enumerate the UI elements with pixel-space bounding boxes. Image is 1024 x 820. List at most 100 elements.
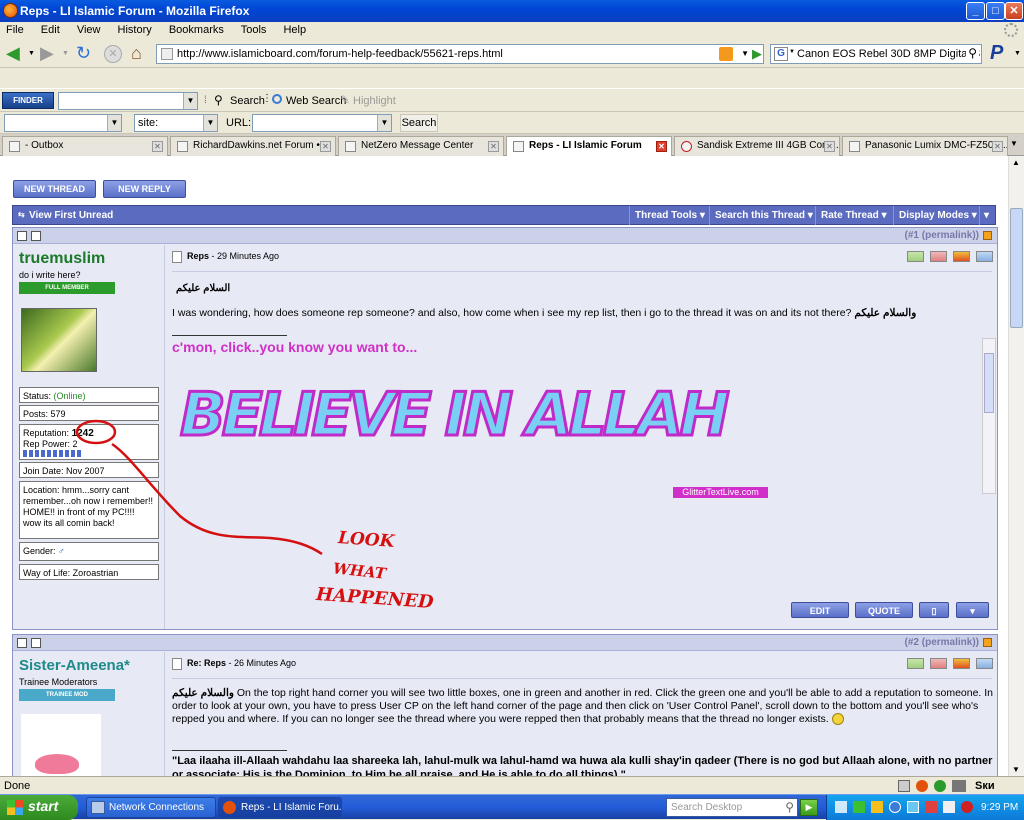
toolbar-grip-icon: ⁞ [204, 95, 207, 106]
scroll-up-arrow-icon[interactable]: ▲ [1012, 158, 1020, 167]
menu-edit[interactable]: Edit [41, 24, 60, 36]
desktop-search-input[interactable]: Search Desktop ⚲ [666, 798, 798, 817]
close-button[interactable]: ✕ [1005, 2, 1023, 20]
status-page-icon[interactable] [898, 780, 910, 792]
status-addon-icon[interactable] [934, 780, 946, 792]
search-bar[interactable]: G ▼ Canon EOS Rebel 30D 8MP Digital SLR … [770, 44, 982, 64]
magnifier-icon[interactable]: ⚲ [966, 46, 979, 60]
menu-help[interactable]: Help [283, 24, 306, 36]
post-flag-icon[interactable] [953, 658, 970, 669]
tray-network-icon[interactable] [907, 801, 919, 813]
tab-reps-forum[interactable]: Reps - LI Islamic Forum ✕ [506, 136, 672, 157]
go-button[interactable]: ▶ [752, 45, 762, 63]
rose-icon [35, 754, 79, 774]
tab-close-icon[interactable]: ✕ [824, 141, 835, 152]
post-2-permalink[interactable]: (#2 (permalink)) [905, 637, 979, 648]
minimize-button[interactable]: _ [966, 2, 985, 20]
url-filter-dropdown[interactable]: ▼ [377, 115, 391, 131]
tab-sandisk[interactable]: Sandisk Extreme III 4GB Com... ✕ [674, 136, 840, 156]
site-search-button[interactable]: Search [400, 114, 438, 132]
paypal-icon[interactable]: P [990, 42, 1003, 65]
back-history-dropdown[interactable]: ▼ [28, 50, 35, 57]
network-icon [91, 801, 105, 814]
site-select-dropdown[interactable]: ▼ [107, 115, 121, 131]
google-engine-icon[interactable]: G [774, 47, 788, 61]
menu-bookmarks[interactable]: Bookmarks [169, 24, 224, 36]
tab-close-icon[interactable]: ✕ [656, 141, 667, 152]
finder-search-input[interactable]: ▼ [58, 92, 198, 110]
tray-icon-2[interactable] [853, 801, 865, 813]
tab-netzero[interactable]: NetZero Message Center ✕ [338, 136, 504, 156]
page-scroll-thumb[interactable] [1010, 208, 1023, 328]
start-button[interactable]: start [0, 795, 78, 820]
post-select-checkbox[interactable] [17, 638, 27, 648]
status-addon-label[interactable]: Sки [975, 780, 995, 792]
post-multiquote-checkbox[interactable] [31, 638, 41, 648]
forward-button[interactable]: ▶ [40, 44, 54, 62]
menu-tools[interactable]: Tools [241, 24, 267, 36]
post-2-title: Re: Reps [187, 658, 227, 668]
page-content: NEW THREAD NEW REPLY ⇆ View First Unread… [0, 156, 1008, 776]
tray-alert-icon[interactable] [961, 801, 973, 813]
taskbar-firefox-window[interactable]: Reps - LI Islamic Foru... [218, 797, 342, 818]
finder-logo-icon[interactable]: FINDER [2, 92, 54, 109]
finder-search-button[interactable]: Search [230, 95, 265, 107]
stop-button[interactable]: ✕ [104, 45, 122, 63]
post-2-body: والسلام عليكم On the top right hand corn… [172, 687, 994, 726]
post-2-username[interactable]: Sister-Ameena* [19, 657, 130, 674]
desktop-search-go-button[interactable]: ▶ [800, 799, 818, 816]
system-clock[interactable]: 9:29 PM [981, 802, 1018, 813]
tab-list-dropdown[interactable]: ▼ [1010, 139, 1018, 148]
paypal-dropdown[interactable]: ▼ [1014, 50, 1021, 57]
taskbar-network-connections[interactable]: Network Connections [86, 797, 216, 818]
menu-file[interactable]: File [6, 24, 24, 36]
report-post-icon[interactable] [983, 638, 992, 647]
url-bar[interactable]: http://www.islamicboard.com/forum-help-f… [156, 44, 764, 64]
scroll-down-arrow-icon[interactable]: ▼ [1012, 765, 1020, 774]
status-screen-icon[interactable] [952, 780, 966, 792]
tab-richarddawkins[interactable]: RichardDawkins.net Forum • ... ✕ [170, 136, 336, 156]
finder-toolbar: FINDER ▼ ⁞ ⚲ Search ⋮ Web Search ✎ Highl… [0, 88, 1024, 112]
tray-volume-icon[interactable] [943, 801, 955, 813]
rss-feed-icon[interactable] [719, 47, 733, 61]
tab-close-icon[interactable]: ✕ [152, 141, 163, 152]
site-filter-dropdown[interactable]: ▼ [203, 115, 217, 131]
post-2-rank-badge: TRAINEE MOD [19, 689, 115, 701]
post-2-user-pane: Sister-Ameena* Trainee Moderators TRAINE… [13, 652, 165, 776]
menu-view[interactable]: View [77, 24, 101, 36]
menu-history[interactable]: History [118, 24, 152, 36]
tray-icon-3[interactable] [871, 801, 883, 813]
page-scrollbar[interactable]: ▲ ▼ [1008, 156, 1024, 776]
site-search-toolbar: ▼ site: ▼ URL: ▼ Search [0, 112, 1024, 134]
add-reputation-icon[interactable] [907, 658, 924, 669]
maximize-button[interactable]: □ [986, 2, 1005, 20]
tab-close-icon[interactable]: ✕ [992, 141, 1003, 152]
tab-close-icon[interactable]: ✕ [488, 141, 499, 152]
status-bar: Done Sки [0, 776, 1024, 794]
tray-security-icon[interactable] [925, 801, 937, 813]
tray-icon-1[interactable] [835, 801, 847, 813]
post-icon [172, 658, 182, 670]
post-2-greeting: والسلام عليكم [172, 687, 234, 699]
home-button[interactable]: ⌂ [131, 44, 142, 62]
post-info-icon[interactable] [976, 658, 993, 669]
post-2-avatar[interactable] [21, 714, 101, 776]
report-bad-icon[interactable] [930, 658, 947, 669]
tab-panasonic[interactable]: Panasonic Lumix DMC-FZ50S ... ✕ [842, 136, 1008, 156]
web-search-button[interactable]: Web Search [286, 95, 346, 107]
url-dropdown[interactable]: ▼ [741, 46, 749, 62]
tab-close-icon[interactable]: ✕ [320, 141, 331, 152]
site-filter-select[interactable]: site: ▼ [134, 114, 218, 132]
site-select[interactable]: ▼ [4, 114, 122, 132]
tray-icon-4[interactable] [889, 801, 901, 813]
url-filter-input[interactable]: ▼ [252, 114, 392, 132]
finder-dropdown[interactable]: ▼ [183, 93, 197, 109]
engine-dropdown[interactable]: ▼ [789, 49, 795, 55]
back-button[interactable]: ◀ [6, 44, 20, 62]
reload-button[interactable]: ↻ [76, 44, 91, 62]
forward-history-dropdown[interactable]: ▼ [62, 50, 69, 57]
tab-outbox[interactable]: - Outbox ✕ [2, 136, 168, 156]
search-icon: ⚲ [214, 93, 223, 107]
highlight-button[interactable]: Highlight [353, 95, 396, 107]
status-firefox-icon[interactable] [916, 780, 928, 792]
